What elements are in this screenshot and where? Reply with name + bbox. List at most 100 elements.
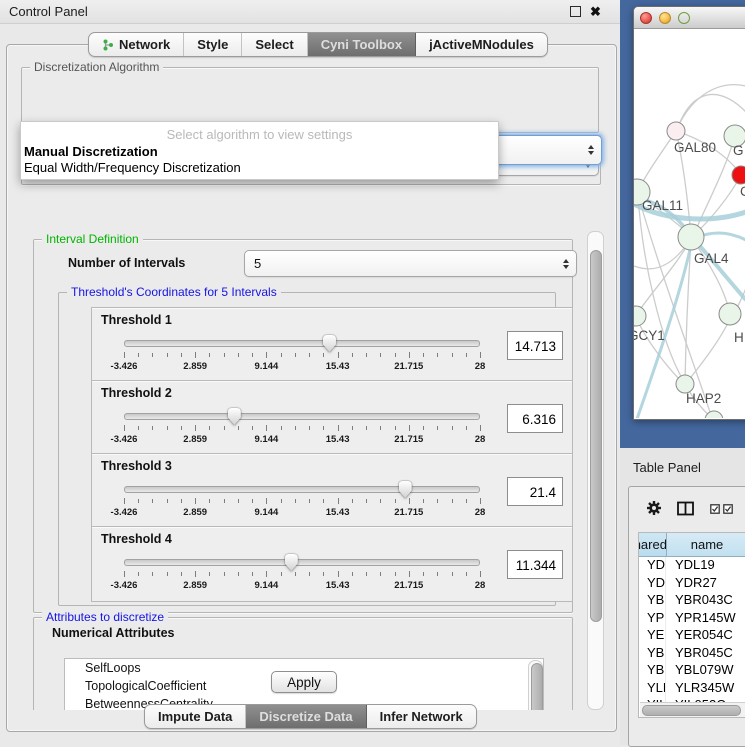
slider-tick [338,571,339,577]
threshold-slider[interactable]: -3.4262.8599.14415.4321.71528 [124,481,480,523]
table-row[interactable]: YBR045CYBR045C [639,645,745,663]
threshold-value-field[interactable]: 14.713 [507,331,563,360]
slider-tick [409,425,410,431]
cell-name[interactable]: YLR345W [666,680,745,698]
tab-select[interactable]: Select [242,33,307,56]
cell-shared-name[interactable]: YBL079W [639,662,666,680]
network-edge[interactable] [676,85,745,131]
cell-name[interactable]: YPR145W [666,610,745,628]
column-header-shared-name[interactable]: shared... [639,533,667,556]
table-row[interactable]: YDR27...YDR27 [639,575,745,593]
algorithm-option-equal-width[interactable]: Equal Width/Frequency Discretization [24,160,241,175]
cell-shared-name[interactable]: YLR345W [639,680,666,698]
cell-shared-name[interactable]: YPR145W [639,610,666,628]
tab-network[interactable]: Network [89,33,184,56]
bottom-tab-infer-network[interactable]: Infer Network [367,705,476,728]
split-columns-icon[interactable] [677,501,695,516]
algorithm-option-manual[interactable]: Manual Discretization [24,144,158,159]
network-window-titlebar[interactable] [634,7,745,29]
zoom-traffic-light-icon[interactable] [678,12,690,24]
bottom-tab-discretize-data[interactable]: Discretize Data [246,705,366,728]
float-window-icon[interactable] [569,5,582,18]
cell-shared-name[interactable]: YBR045C [639,645,666,663]
table-horizontal-scrollbar[interactable] [640,702,745,717]
cell-name[interactable]: YBR043C [666,592,745,610]
GAL4-node[interactable] [678,224,704,250]
cell-shared-name[interactable]: YER054C [639,627,666,645]
slider-tick [423,353,424,357]
red-node[interactable] [732,166,745,184]
gear-icon[interactable] [646,500,662,516]
column-header-name[interactable]: name [667,533,745,556]
table-row[interactable]: YBR043CYBR043C [639,592,745,610]
close-icon[interactable]: ✖ [590,5,603,18]
cell-shared-name[interactable]: YDL19... [639,557,666,575]
cell-name[interactable]: YBL079W [666,662,745,680]
number-of-intervals-select[interactable]: 5 [244,250,577,277]
settings-scrollbar-thumb[interactable] [590,250,602,622]
slider-track[interactable] [124,340,480,347]
cell-shared-name[interactable]: YDR27... [639,575,666,593]
threshold-value-field[interactable]: 6.316 [507,404,563,433]
table-row[interactable]: YDL19...YDL19 [639,557,745,575]
slider-thumb[interactable] [285,554,298,571]
slider-track[interactable] [124,559,480,566]
slider-tick-label: 21.715 [394,434,423,445]
slider-tick [338,352,339,358]
cell-name[interactable]: YBR045C [666,645,745,663]
cell-name[interactable]: YDR27 [666,575,745,593]
slider-tick [395,426,396,430]
slider-tick [295,572,296,576]
slider-tick [281,572,282,576]
slider-thumb[interactable] [399,481,412,498]
slider-tick [124,571,125,577]
cell-name[interactable]: YDL19 [666,557,745,575]
settings-scrollbar[interactable] [587,231,604,710]
table-row[interactable]: YLR345WYLR345W [639,680,745,698]
slider-tick [380,572,381,576]
network-edge[interactable] [693,238,745,300]
slider-tick [366,499,367,503]
table-row[interactable]: YER054CYER054C [639,627,745,645]
algorithm-placeholder-option[interactable]: Select algorithm to view settings [21,127,498,142]
threshold-value-field[interactable]: 11.344 [507,550,563,579]
slider-tick [437,499,438,503]
discretization-algorithm-group-title: Discretization Algorithm [30,60,163,74]
bottom-node[interactable] [705,411,723,418]
threshold-slider[interactable]: -3.4262.8599.14415.4321.71528 [124,408,480,450]
attributes-scrollbar-thumb[interactable] [531,663,543,710]
GAL80-node[interactable] [667,122,685,140]
bottom-tab-impute-data[interactable]: Impute Data [145,705,246,728]
minimize-traffic-light-icon[interactable] [659,12,671,24]
top-tab-bar: NetworkStyleSelectCyni ToolboxjActiveMNo… [88,32,548,57]
network-edge[interactable] [639,131,676,189]
threshold-slider[interactable]: -3.4262.8599.14415.4321.71528 [124,554,480,596]
slider-track[interactable] [124,413,480,420]
GCY1-node[interactable] [634,306,646,326]
slider-thumb[interactable] [228,408,241,425]
tab-style[interactable]: Style [184,33,242,56]
slider-tick-label: 9.144 [255,434,279,445]
table-hscrollbar-thumb[interactable] [642,705,741,716]
close-traffic-light-icon[interactable] [640,12,652,24]
network-edge[interactable] [688,319,730,381]
tab-jactivemnodules[interactable]: jActiveMNodules [416,33,547,56]
slider-tick [452,426,453,430]
slider-thumb[interactable] [323,335,336,352]
slider-tick [366,572,367,576]
checkboxes-icon[interactable] [710,504,734,514]
right-mid-node[interactable] [719,303,741,325]
table-row[interactable]: YBL079WYBL079W [639,662,745,680]
attributes-list-scrollbar[interactable] [528,660,543,710]
table-row[interactable]: YPR145WYPR145W [639,610,745,628]
network-canvas[interactable]: GAL80GCGAL11GAL4GCY1HHAP2 [634,28,745,418]
threshold-value-field[interactable]: 21.4 [507,477,563,506]
cell-name[interactable]: YER054C [666,627,745,645]
apply-button[interactable]: Apply [271,671,337,693]
network-edge[interactable] [696,175,741,233]
slider-track[interactable] [124,486,480,493]
cell-shared-name[interactable]: YBR043C [639,592,666,610]
node-attribute-table[interactable]: shared... name YDL19...YDL19YDR27...YDR2… [638,532,745,718]
tab-cyni-toolbox[interactable]: Cyni Toolbox [308,33,416,56]
threshold-slider[interactable]: -3.4262.8599.14415.4321.71528 [124,335,480,377]
